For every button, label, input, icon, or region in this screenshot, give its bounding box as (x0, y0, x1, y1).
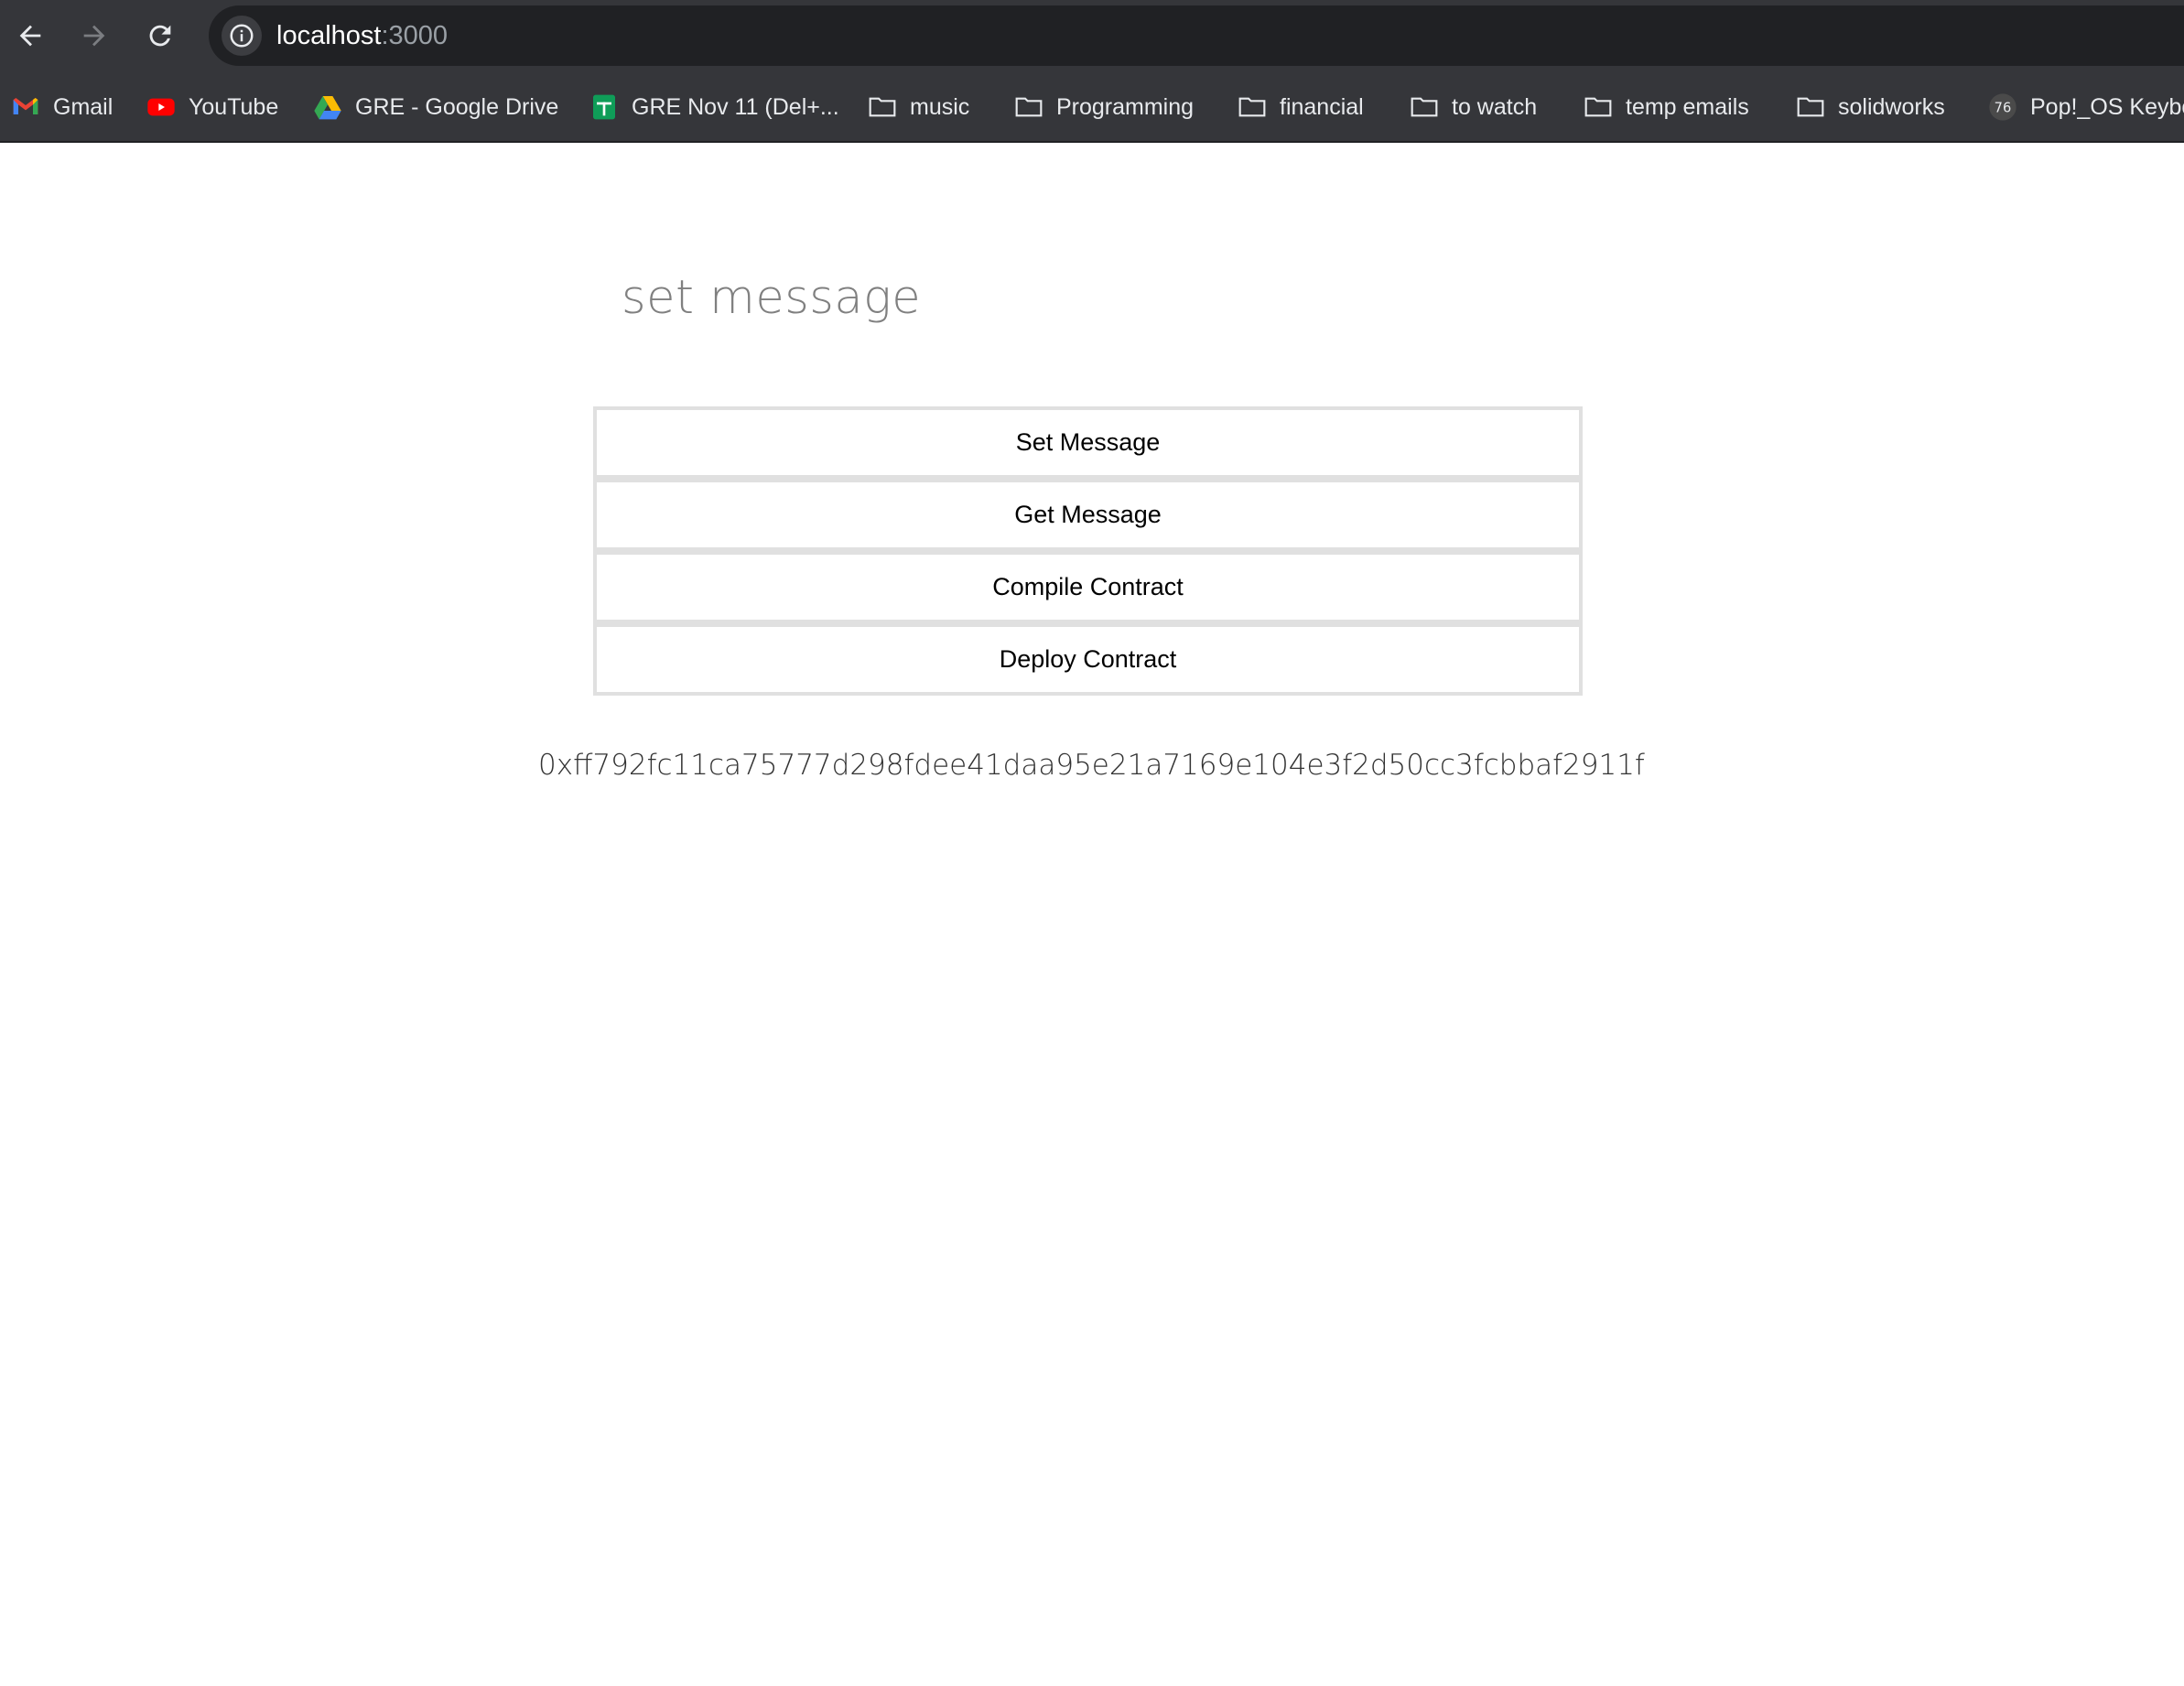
youtube-icon (146, 92, 176, 122)
bookmark-folder-financial[interactable]: financial (1238, 89, 1364, 125)
google-drive-icon (313, 92, 342, 122)
address-bar[interactable]: localhost:3000 (209, 5, 2184, 66)
popos-icon: 76 (1988, 92, 2017, 122)
bookmark-youtube[interactable]: YouTube (146, 89, 278, 125)
bookmark-folder-temp-emails[interactable]: temp emails (1584, 89, 1749, 125)
contract-address-output: 0xff792fc11ca75777d298fdee41daa95e21a716… (538, 749, 1645, 782)
compile-contract-button[interactable]: Compile Contract (593, 551, 1583, 623)
bookmark-folder-solidworks[interactable]: solidworks (1796, 89, 1945, 125)
google-sheets-icon (589, 92, 619, 122)
bookmark-label: temp emails (1626, 93, 1749, 120)
bookmark-label: Gmail (53, 93, 114, 120)
get-message-button[interactable]: Get Message (593, 479, 1583, 551)
bookmark-label: Programming (1056, 93, 1195, 120)
info-icon (230, 24, 254, 48)
browser-toolbar: localhost:3000 (0, 0, 2184, 71)
bookmark-label: GRE Nov 11 (Del+... (632, 93, 839, 120)
folder-icon (1796, 92, 1825, 122)
bookmark-folder-to-watch[interactable]: to watch (1410, 89, 1537, 125)
bookmarks-bar: Gmail YouTube GRE - Google Drive GRE Nov… (0, 71, 2184, 143)
folder-icon (1014, 92, 1043, 122)
reload-button[interactable] (135, 11, 185, 60)
forward-arrow-icon (83, 25, 105, 47)
url-text[interactable]: localhost:3000 (276, 19, 448, 52)
bookmark-gmail[interactable]: Gmail (11, 89, 113, 125)
url-port: :3000 (381, 21, 449, 50)
bookmark-label: to watch (1452, 93, 1538, 120)
bookmark-gre-sheet[interactable]: GRE Nov 11 (Del+... (589, 89, 839, 125)
folder-icon (1584, 92, 1613, 122)
back-arrow-icon (19, 25, 41, 47)
bookmark-label: music (910, 93, 970, 120)
bookmark-label: Pop!_OS Keybo (2030, 93, 2184, 120)
bookmark-label: YouTube (189, 93, 279, 120)
bookmark-folder-programming[interactable]: Programming (1014, 89, 1194, 125)
set-message-button[interactable]: Set Message (593, 406, 1583, 479)
action-button-group: Set Message Get Message Compile Contract… (593, 406, 1583, 696)
message-input-placeholder[interactable]: set message (622, 271, 921, 325)
back-button[interactable] (5, 11, 55, 60)
bookmark-label: GRE - Google Drive (355, 93, 559, 120)
folder-icon (1410, 92, 1439, 122)
bookmark-label: solidworks (1838, 93, 1945, 120)
gmail-icon (11, 92, 40, 122)
folder-icon (1238, 92, 1267, 122)
bookmark-label: financial (1280, 93, 1364, 120)
bookmark-gre-drive[interactable]: GRE - Google Drive (313, 89, 558, 125)
reload-icon (149, 25, 171, 47)
url-host: localhost (276, 21, 382, 50)
bookmark-folder-music[interactable]: music (868, 89, 969, 125)
bookmark-popos-keyboard[interactable]: 76 Pop!_OS Keybo (1988, 89, 2184, 125)
svg-text:76: 76 (1995, 100, 2012, 115)
folder-icon (868, 92, 897, 122)
deploy-contract-button[interactable]: Deploy Contract (593, 623, 1583, 696)
site-info-button[interactable] (222, 16, 262, 56)
forward-button[interactable] (70, 11, 119, 60)
